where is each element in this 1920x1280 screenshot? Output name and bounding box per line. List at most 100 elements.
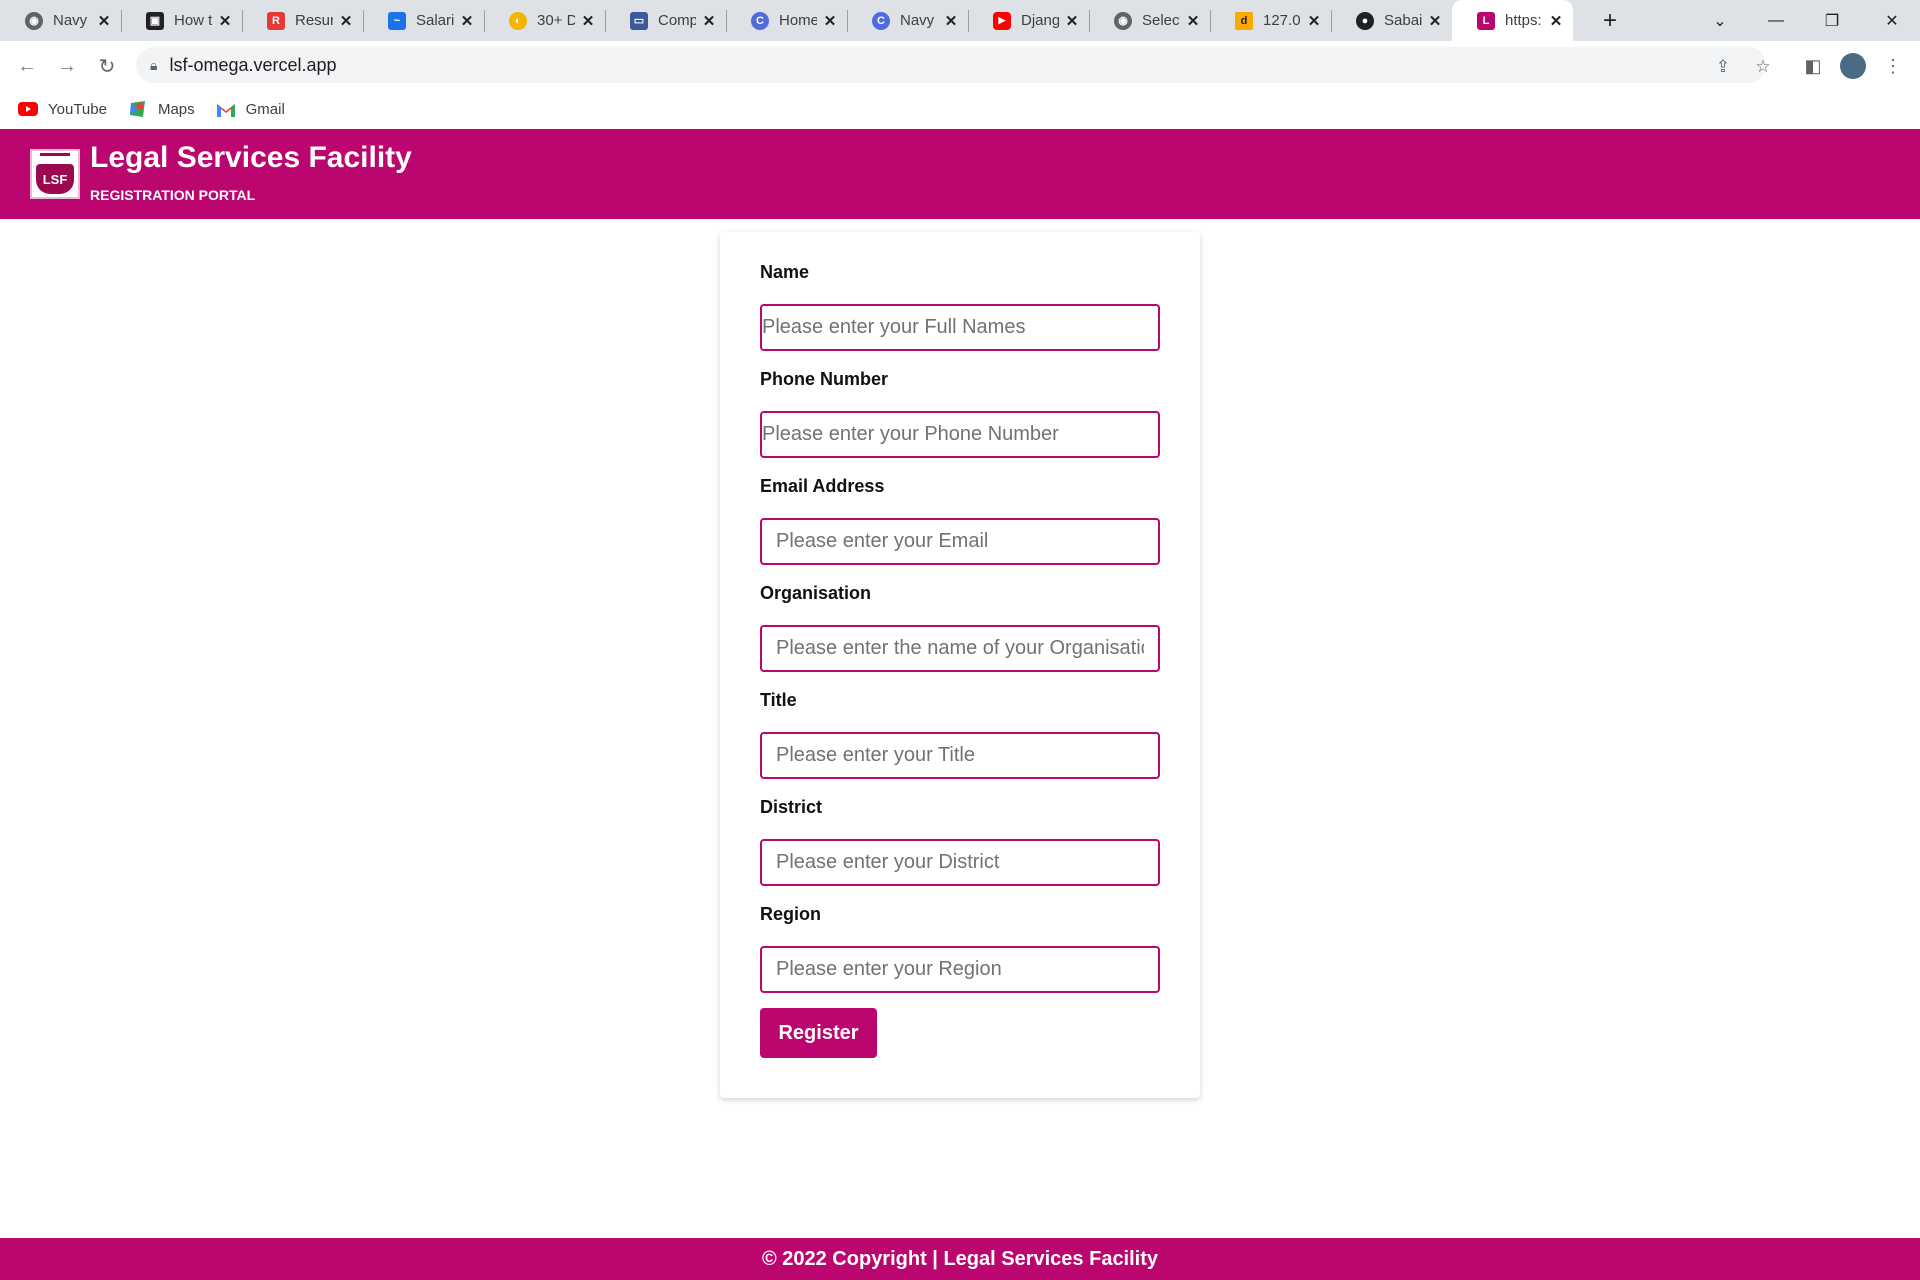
new-tab-button[interactable]: + (1597, 7, 1623, 34)
d-logo-icon: d (1235, 11, 1253, 30)
lsf-icon: L (1477, 11, 1495, 30)
browser-tab[interactable]: C Home ✕ (726, 0, 847, 41)
email-address-label: Email Address (760, 476, 885, 496)
close-icon[interactable]: ✕ (458, 12, 476, 30)
tab-search-chevron-icon[interactable]: ⌄ (1692, 0, 1748, 41)
tab-title: Select (1142, 12, 1180, 29)
title-label: Title (760, 690, 797, 710)
browser-tab[interactable]: d 127.0. ✕ (1210, 0, 1331, 41)
region-label: Region (760, 904, 821, 924)
title-input[interactable] (760, 732, 1160, 779)
lsf-logo: LSF (30, 149, 80, 199)
bookmarks-bar: YouTube Maps Gmail (0, 90, 1920, 128)
browser-tab[interactable]: ● Sabaij ✕ (1331, 0, 1452, 41)
site-header: LSF Legal Services Facility REGISTRATION… (0, 129, 1920, 219)
scales-icon (40, 153, 70, 161)
tab-title: Home (779, 12, 817, 29)
bookmark-label: YouTube (48, 100, 107, 118)
salary-site-icon: ~ (388, 11, 406, 30)
reload-icon[interactable]: ↻ (92, 51, 122, 81)
close-icon[interactable]: ✕ (1547, 12, 1565, 30)
laptop-icon: ▭ (630, 11, 648, 30)
registration-form: Name Phone Number Email Address Organisa… (720, 232, 1200, 1098)
bookmark-maps[interactable]: Maps (128, 101, 195, 118)
close-icon[interactable]: ✕ (1184, 12, 1202, 30)
close-icon[interactable]: ✕ (95, 12, 113, 30)
register-button[interactable]: Register (760, 1008, 877, 1058)
browser-tab[interactable]: ◐ 30+ D ✕ (484, 0, 605, 41)
close-icon[interactable]: ✕ (216, 12, 234, 30)
minimize-button[interactable]: — (1748, 0, 1804, 41)
youtube-icon: ▶ (993, 11, 1011, 30)
phone-number-input[interactable] (760, 411, 1160, 458)
district-input[interactable] (760, 839, 1160, 886)
tab-title: Comp (658, 12, 696, 29)
share-icon[interactable]: ⇪ (1712, 56, 1734, 78)
site-subtitle: REGISTRATION PORTAL (90, 187, 256, 203)
close-icon[interactable]: ✕ (700, 12, 718, 30)
organisation-input[interactable] (760, 625, 1160, 672)
browser-tab[interactable]: ◉ Select ✕ (1089, 0, 1210, 41)
browser-tab[interactable]: ▶ Djang ✕ (968, 0, 1089, 41)
close-icon[interactable]: ✕ (579, 12, 597, 30)
browser-tab[interactable]: C Navy I ✕ (847, 0, 968, 41)
browser-tab[interactable]: ◉ Navy I ✕ (0, 0, 121, 41)
browser-tab[interactable]: ~ Salarie ✕ (363, 0, 484, 41)
tab-title: 127.0. (1263, 12, 1301, 29)
close-icon[interactable]: ✕ (942, 12, 960, 30)
forward-arrow-icon[interactable]: → (52, 51, 82, 81)
avatar[interactable] (1838, 51, 1868, 81)
email-input[interactable] (760, 518, 1160, 565)
tab-title: Resun (295, 12, 333, 29)
design-icon: ◐ (509, 11, 527, 30)
name-label: Name (760, 262, 810, 282)
name-input[interactable] (760, 304, 1160, 351)
logo-text: LSF (36, 164, 74, 194)
tab-title: How t (174, 12, 212, 29)
back-arrow-icon[interactable]: ← (12, 51, 42, 81)
browser-tab[interactable]: R Resun ✕ (242, 0, 363, 41)
browser-toolbar: ← → ↻ 🔒︎ lsf-omega.vercel.app ⇪ ☆ ◧ ⋮ (0, 41, 1920, 90)
browser-tab-active[interactable]: L https: ✕ (1452, 0, 1573, 41)
url-text: lsf-omega.vercel.app (169, 54, 337, 75)
terminal-icon: ▣ (146, 11, 164, 30)
close-window-button[interactable]: ✕ (1864, 0, 1920, 41)
browser-tab[interactable]: ▭ Comp ✕ (605, 0, 726, 41)
bookmark-star-icon[interactable]: ☆ (1752, 56, 1774, 78)
tab-title: Navy I (53, 12, 91, 29)
tab-title: Navy I (900, 12, 938, 29)
tab-title: 30+ D (537, 12, 575, 29)
bookmark-label: Maps (157, 100, 195, 118)
region-input[interactable] (760, 946, 1160, 993)
close-icon[interactable]: ✕ (337, 12, 355, 30)
c-logo-icon: C (872, 11, 890, 30)
bookmark-gmail[interactable]: Gmail (216, 101, 285, 118)
c-logo-icon: C (751, 11, 769, 30)
bookmark-youtube[interactable]: YouTube (18, 101, 107, 118)
globe-icon: ◉ (1114, 11, 1132, 30)
resume-r-icon: R (267, 11, 285, 30)
site-footer: © 2022 Copyright | Legal Services Facili… (0, 1238, 1920, 1280)
close-icon[interactable]: ✕ (1305, 12, 1323, 30)
restore-button[interactable]: ❐ (1804, 0, 1860, 41)
tab-title: https: (1505, 12, 1542, 29)
close-icon[interactable]: ✕ (1063, 12, 1081, 30)
tab-title: Sabaij (1384, 12, 1422, 29)
side-panel-icon[interactable]: ◧ (1798, 51, 1828, 81)
district-label: District (760, 797, 823, 817)
close-icon[interactable]: ✕ (821, 12, 839, 30)
github-icon: ● (1356, 11, 1374, 30)
globe-icon: ◉ (25, 11, 43, 30)
close-icon[interactable]: ✕ (1426, 12, 1444, 30)
browser-tab[interactable]: ▣ How t ✕ (121, 0, 242, 41)
organisation-label: Organisation (760, 583, 872, 603)
bookmark-label: Gmail (245, 100, 285, 118)
site-title: Legal Services Facility (90, 141, 412, 174)
tab-title: Djang (1021, 12, 1059, 29)
browser-tab-strip: ◉ Navy I ✕ ▣ How t ✕ R Resun ✕ ~ Salarie… (0, 0, 1920, 41)
address-bar[interactable]: 🔒︎ lsf-omega.vercel.app ⇪ ☆ (136, 47, 1771, 83)
lock-icon: 🔒︎ (150, 56, 158, 73)
maps-icon (128, 101, 148, 117)
kebab-menu-icon[interactable]: ⋮ (1878, 51, 1908, 81)
youtube-icon (18, 101, 38, 117)
